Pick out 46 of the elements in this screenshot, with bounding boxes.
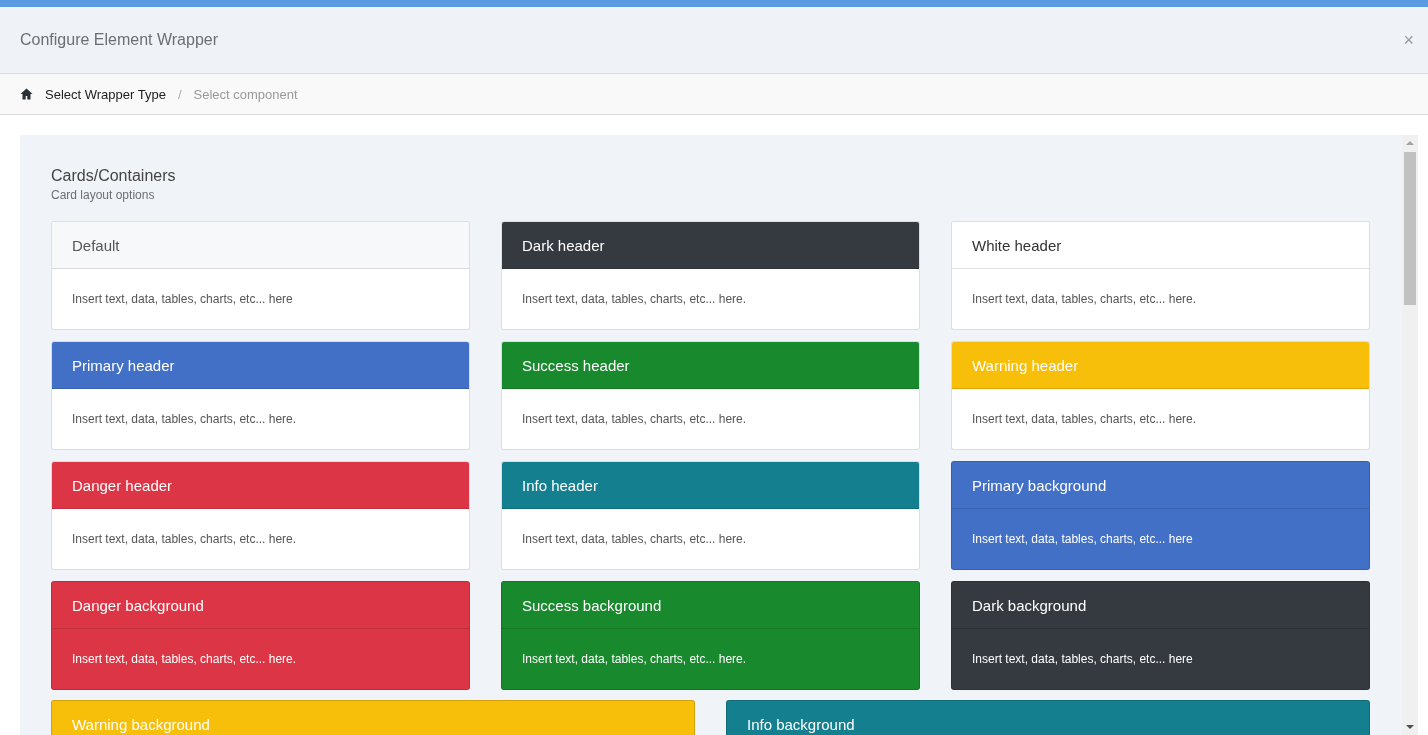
section-title: Cards/Containers — [51, 167, 177, 185]
scrollbar[interactable] — [1402, 135, 1418, 735]
card[interactable]: Dark background Insert text, data, tables, charts, etc... here — [951, 581, 1370, 690]
card-title: White header — [972, 236, 1062, 254]
card[interactable]: White header Insert text, data, tables, charts, etc... here. — [951, 221, 1370, 330]
card-title: Success header — [522, 356, 630, 374]
card-text: Insert text, data, tables, charts, etc... here. — [522, 412, 747, 426]
section-subtitle: Card layout options — [51, 188, 156, 202]
card[interactable]: Warning header Insert text, data, tables, charts, etc... here. — [951, 341, 1370, 450]
card-title: Warning background — [72, 715, 210, 733]
card-text: Insert text, data, tables, charts, etc... here. — [72, 532, 297, 546]
card[interactable]: Info background — [726, 700, 1370, 735]
card-text: Insert text, data, tables, charts, etc... here. — [522, 292, 747, 306]
card[interactable]: Danger background Insert text, data, tables, charts, etc... here. — [51, 581, 470, 690]
card-text: Insert text, data, tables, charts, etc... here — [972, 652, 1193, 666]
card-text: Insert text, data, tables, charts, etc... here. — [522, 652, 747, 666]
card[interactable]: Info header Insert text, data, tables, charts, etc... here. — [501, 461, 920, 570]
card-title: Info background — [747, 715, 855, 733]
breadcrumb-link[interactable]: Select Wrapper Type — [45, 86, 166, 102]
card-title: Primary header — [72, 356, 175, 374]
card[interactable]: Success background Insert text, data, tables, charts, etc... here. — [501, 581, 920, 690]
card-text: Insert text, data, tables, charts, etc... here. — [972, 292, 1197, 306]
card-text: Insert text, data, tables, charts, etc... here. — [972, 412, 1197, 426]
home-icon[interactable] — [20, 88, 33, 100]
card-text: Insert text, data, tables, charts, etc... here. — [72, 412, 297, 426]
card-title: Primary background — [972, 476, 1107, 494]
card[interactable]: Primary background Insert text, data, tables, charts, etc... here — [951, 461, 1370, 570]
card-title: Dark header — [522, 236, 605, 254]
card-text: Insert text, data, tables, charts, etc... here. — [522, 532, 747, 546]
card-text: Insert text, data, tables, charts, etc... here — [72, 292, 293, 306]
card-title: Dark background — [972, 596, 1087, 614]
card-title: Success background — [522, 596, 662, 614]
card-title: Info header — [522, 476, 598, 494]
card[interactable]: Dark header Insert text, data, tables, charts, etc... here. — [501, 221, 920, 330]
card[interactable]: Default Insert text, data, tables, charts, etc... here — [51, 221, 470, 330]
breadcrumb-separator: / — [177, 86, 182, 102]
dialog-title: Configure Element Wrapper — [20, 31, 219, 49]
card[interactable]: Primary header Insert text, data, tables, charts, etc... here. — [51, 341, 470, 450]
card-text: Insert text, data, tables, charts, etc... here — [972, 532, 1193, 546]
card-title: Warning header — [972, 356, 1079, 374]
card[interactable]: Success header Insert text, data, tables, charts, etc... here. — [501, 341, 920, 450]
card-title: Danger header — [72, 476, 173, 494]
card-text: Insert text, data, tables, charts, etc... here. — [72, 652, 297, 666]
card-title: Danger background — [72, 596, 204, 614]
card[interactable]: Danger header Insert text, data, tables, charts, etc... here. — [51, 461, 470, 570]
card-title: Default — [72, 236, 120, 254]
